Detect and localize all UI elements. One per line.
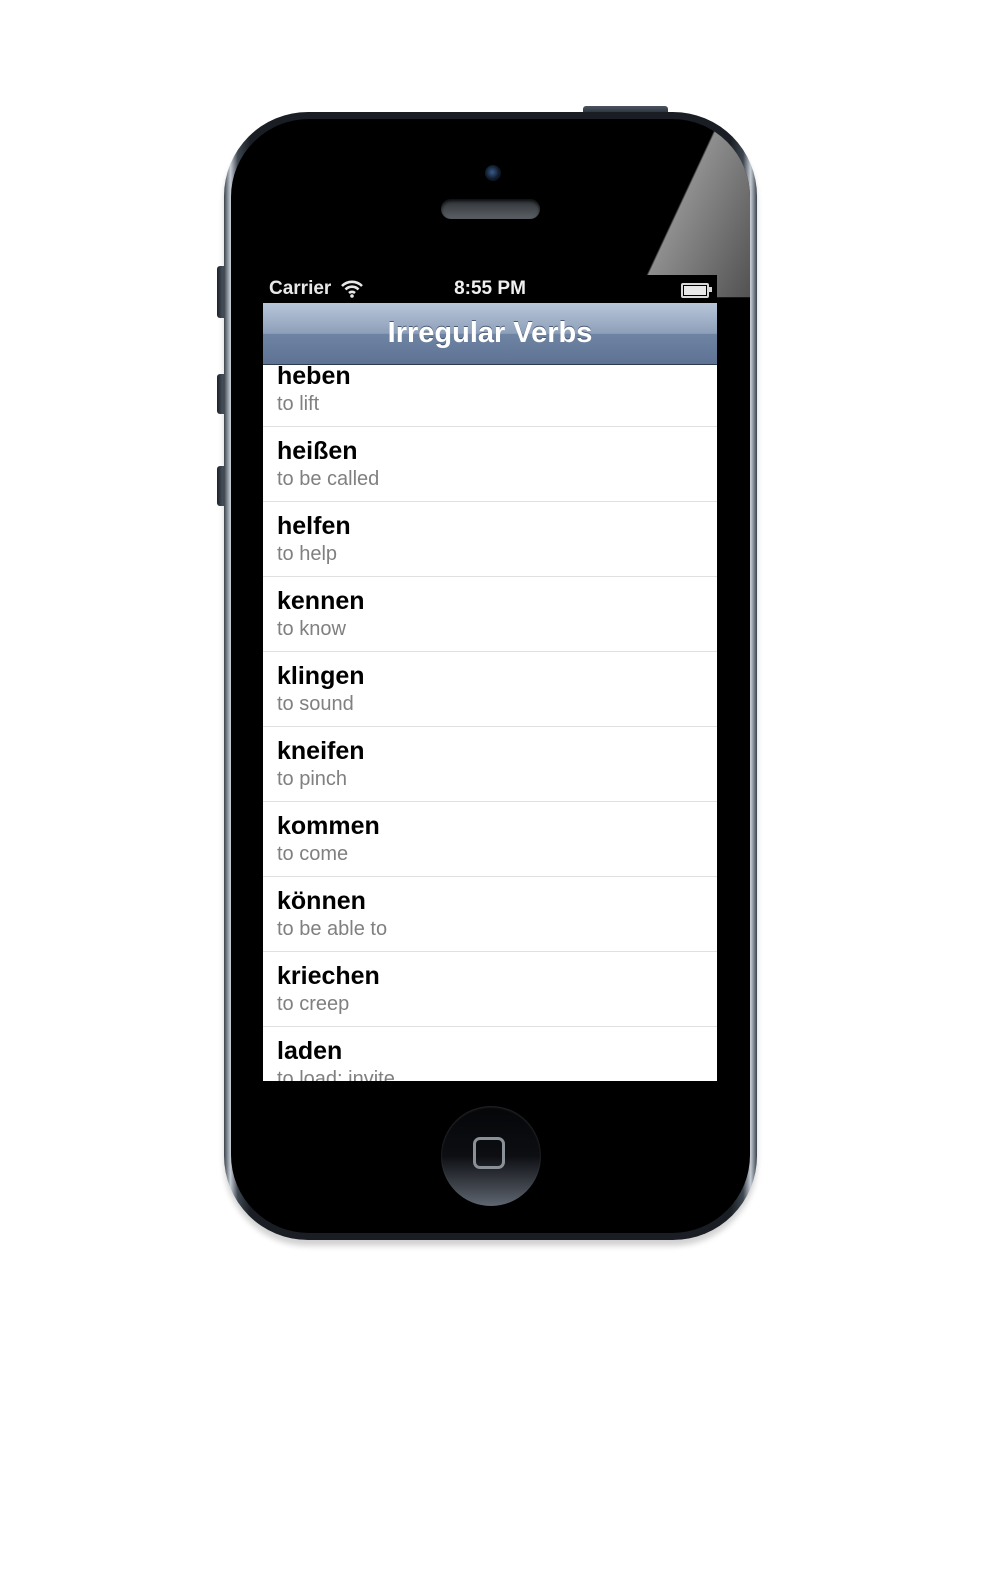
navigation-bar: Irregular Verbs (263, 303, 717, 365)
verb-label: laden (277, 1037, 343, 1065)
list-item[interactable]: kneifen to pinch (263, 727, 717, 802)
verb-meaning: to lift (277, 393, 320, 415)
verb-label: kneifen (277, 737, 365, 765)
verb-label: klingen (277, 662, 365, 690)
verb-label: heben (277, 365, 351, 390)
list-item[interactable]: heißen to be called (263, 427, 717, 502)
verb-meaning: to be able to (277, 918, 388, 940)
list-item[interactable]: kommen to come (263, 802, 717, 877)
list-item[interactable]: helfen to help (263, 502, 717, 577)
home-button[interactable] (441, 1106, 541, 1206)
verb-meaning: to help (277, 543, 338, 565)
status-time: 8:55 PM (454, 278, 526, 299)
list-item[interactable]: klingen to sound (263, 652, 717, 727)
verb-label: können (277, 887, 366, 915)
list-item[interactable]: laden to load; invite (263, 1027, 717, 1081)
battery-icon (681, 283, 712, 298)
list-item[interactable]: heben to lift (263, 365, 717, 427)
verb-label: kennen (277, 587, 365, 615)
verb-meaning: to load; invite (277, 1068, 395, 1081)
earpiece-speaker (441, 199, 540, 219)
verb-meaning: to pinch (277, 768, 348, 790)
list-item[interactable]: kriechen to creep (263, 952, 717, 1027)
verb-meaning: to creep (277, 993, 350, 1015)
verb-label: kommen (277, 812, 380, 840)
list-item[interactable]: kennen to know (263, 577, 717, 652)
app-screen: Carrier 8:55 PM Irregular Verbs heben to… (263, 275, 717, 1081)
page-title: Irregular Verbs (387, 317, 593, 349)
list-item[interactable]: können to be able to (263, 877, 717, 952)
verb-meaning: to know (277, 618, 346, 640)
verb-list[interactable]: heben to lift heißen to be called helfen… (263, 365, 717, 1081)
status-bar: Carrier 8:55 PM (263, 275, 717, 303)
verb-label: heißen (277, 437, 358, 465)
verb-meaning: to come (277, 843, 349, 865)
verb-meaning: to sound (277, 693, 354, 715)
verb-label: helfen (277, 512, 351, 540)
front-camera-icon (485, 165, 501, 181)
home-square-icon (473, 1137, 505, 1169)
verb-label: kriechen (277, 962, 380, 990)
verb-meaning: to be called (277, 468, 380, 490)
